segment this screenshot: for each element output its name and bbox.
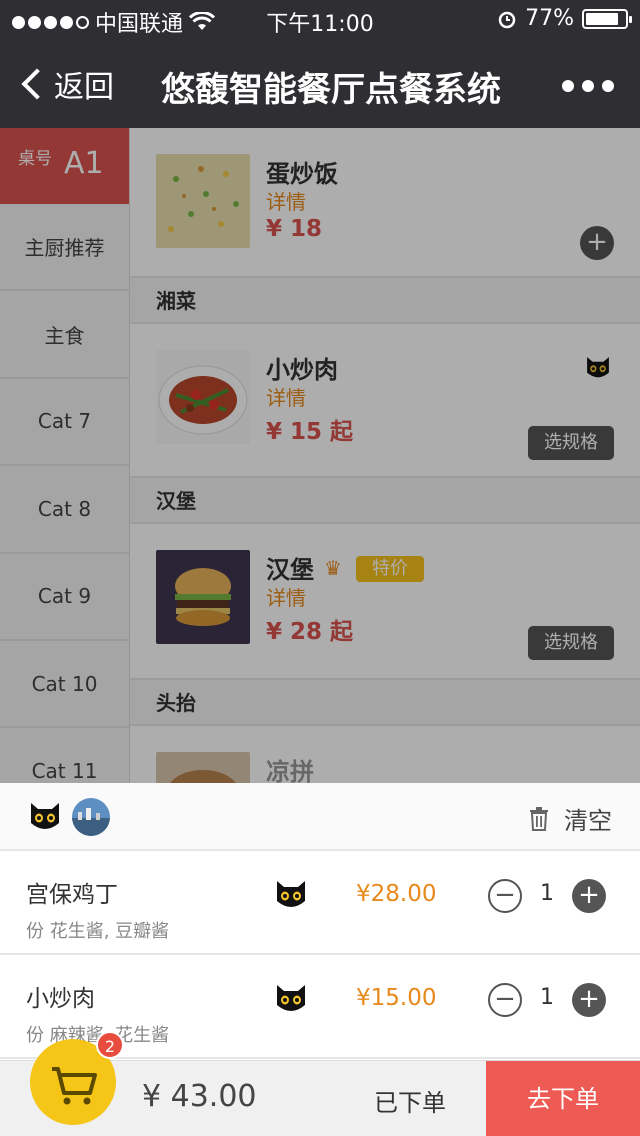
- add-dish-button[interactable]: +: [580, 226, 614, 260]
- section-header: 头抬: [130, 680, 640, 726]
- sidebar-item-cat10[interactable]: Cat 10: [0, 641, 129, 729]
- decrease-qty-button[interactable]: −: [488, 983, 522, 1017]
- clear-label: 清空: [564, 807, 612, 835]
- dish-price: ¥ 28 起: [266, 619, 354, 645]
- section-header: 汉堡: [130, 478, 640, 524]
- increase-qty-button[interactable]: +: [572, 983, 606, 1017]
- battery-icon: [582, 8, 632, 29]
- checkout-button[interactable]: 去下单: [486, 1061, 640, 1136]
- cart-panel: 清空 宫保鸡丁 份 花生酱, 豆瓣酱 ¥28.00 − 1 + 小炒肉 份 麻辣…: [0, 783, 640, 1060]
- section-header: 湘菜: [130, 278, 640, 324]
- sidebar-item-cat11[interactable]: Cat 11: [0, 728, 129, 783]
- page-title: 悠馥智能餐厅点餐系统: [161, 70, 501, 110]
- cat-mascot-icon: [277, 985, 305, 1011]
- dish-card: 凉拼: [130, 726, 640, 783]
- dish-name: 小炒肉: [266, 356, 338, 384]
- dish-price: ¥ 15 起: [266, 419, 354, 445]
- table-number: 桌号 A1: [0, 128, 129, 204]
- dish-name: 凉拼: [266, 758, 314, 783]
- sidebar-item-chef-recommend[interactable]: 主厨推荐: [0, 204, 129, 292]
- nav-bar: 返回 悠馥智能餐厅点餐系统: [0, 40, 640, 128]
- select-spec-button[interactable]: 选规格: [528, 626, 614, 660]
- dish-detail-link[interactable]: 详情: [266, 382, 306, 411]
- dish-price: ¥ 18: [266, 216, 323, 242]
- sidebar-item-cat8[interactable]: Cat 8: [0, 466, 129, 554]
- sidebar-item-cat9[interactable]: Cat 9: [0, 554, 129, 641]
- dish-card: 汉堡 ♛ 特价 详情 ¥ 28 起 选规格: [130, 524, 640, 680]
- category-sidebar: 桌号 A1 主厨推荐 主食 Cat 7 Cat 8 Cat 9 Cat 10 C…: [0, 128, 130, 783]
- battery-percent: 77%: [525, 6, 574, 31]
- dish-image-burger: [156, 550, 250, 644]
- cart-item-options: 份 花生酱, 豆瓣酱: [26, 921, 170, 942]
- quantity-value: 1: [540, 881, 554, 906]
- dish-image-stir-fry-pork: [156, 350, 250, 444]
- alarm-icon: [498, 11, 516, 28]
- dish-name: 蛋炒饭: [266, 160, 338, 188]
- cart-total: ¥ 43.00: [142, 1079, 257, 1114]
- dish-card: 蛋炒饭 详情 ¥ 18 +: [130, 128, 640, 278]
- increase-qty-button[interactable]: +: [572, 879, 606, 913]
- dish-image-fried-rice: [156, 154, 250, 248]
- cat-mascot-icon: [587, 357, 609, 378]
- cart-item-name: 宫保鸡丁: [26, 882, 118, 908]
- status-right: 77%: [497, 6, 632, 31]
- dish-card: 小炒肉 详情 ¥ 15 起 选规格: [130, 324, 640, 478]
- cat-mascot-avatar: [31, 803, 59, 829]
- dish-list: 蛋炒饭 详情 ¥ 18 + 湘菜 小炒肉 详情 ¥ 15 起 选规格 汉堡 汉堡…: [130, 128, 640, 783]
- table-value: A1: [64, 146, 104, 181]
- dish-detail-link[interactable]: 详情: [266, 186, 306, 215]
- sidebar-item-staple[interactable]: 主食: [0, 291, 129, 379]
- cart-item: 宫保鸡丁 份 花生酱, 豆瓣酱 ¥28.00 − 1 +: [0, 851, 640, 955]
- dish-detail-link[interactable]: 详情: [266, 582, 306, 611]
- quantity-value: 1: [540, 985, 554, 1010]
- cart-item-name: 小炒肉: [26, 986, 95, 1012]
- more-icon[interactable]: [562, 80, 614, 92]
- select-spec-button[interactable]: 选规格: [528, 426, 614, 460]
- status-bar: 中国联通 下午11:00 77%: [0, 0, 640, 40]
- dish-name: 汉堡: [266, 556, 314, 584]
- sidebar-item-cat7[interactable]: Cat 7: [0, 379, 129, 467]
- trash-icon: [530, 806, 548, 831]
- avatar: [72, 798, 110, 836]
- cart-item-price: ¥28.00: [356, 881, 437, 907]
- cart-header: 清空: [0, 783, 640, 851]
- cart-item-price: ¥15.00: [356, 985, 437, 1011]
- crown-icon: ♛: [324, 556, 342, 580]
- bottom-bar: 2 ¥ 43.00 已下单 去下单: [0, 1031, 640, 1136]
- cart-count-badge: 2: [96, 1031, 124, 1059]
- decrease-qty-button[interactable]: −: [488, 879, 522, 913]
- ordered-button[interactable]: 已下单: [374, 1083, 446, 1118]
- dish-image-cold-platter: [156, 752, 250, 783]
- clear-cart-button[interactable]: 清空: [530, 801, 612, 836]
- cat-mascot-icon: [277, 881, 305, 907]
- table-label: 桌号: [18, 149, 52, 169]
- special-badge: 特价: [356, 556, 424, 582]
